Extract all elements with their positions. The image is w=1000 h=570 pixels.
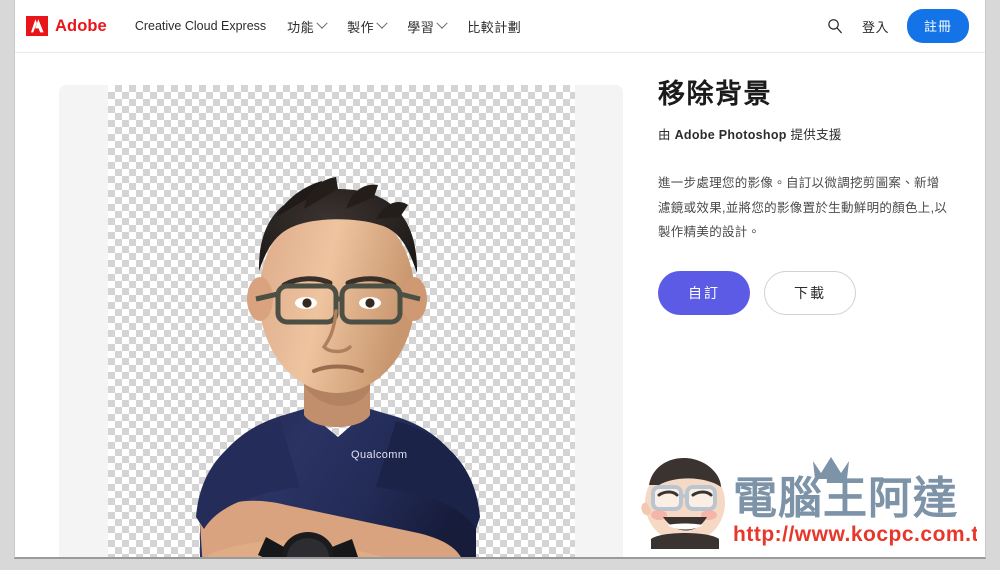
browser-window: Adobe Creative Cloud Express 功能 製作 學習 比較… [14, 0, 986, 559]
product-description: 進一步處理您的影像。自訂以微調挖剪圖案、新增濾鏡或效果,並將您的影像置於生動鮮明… [658, 176, 948, 240]
product-info-column: 移除背景 由 Adobe Photoshop 提供支援 進一步處理您的影像。自訂… [658, 78, 958, 315]
signin-link[interactable]: 登入 [862, 17, 889, 36]
crown-icon [813, 457, 849, 479]
adobe-wordmark: Adobe [55, 16, 107, 35]
chevron-down-icon [316, 17, 328, 29]
signup-button[interactable]: 註冊 [906, 9, 969, 43]
powered-by-subtitle: 由 Adobe Photoshop 提供支援 [658, 124, 958, 143]
nav-item-learn[interactable]: 學習 [407, 17, 448, 36]
nav-label: Creative Cloud Express [134, 19, 267, 33]
watermark-url: http://www.kocpc.com.tw [733, 523, 977, 546]
download-button[interactable]: 下載 [764, 270, 856, 315]
nav-item-create[interactable]: 製作 [347, 17, 388, 36]
subtitle-prefix: 由 [658, 128, 675, 143]
site-header: Adobe Creative Cloud Express 功能 製作 學習 比較… [15, 0, 985, 53]
nav-label: 功能 [287, 19, 315, 35]
nav-label: 製作 [347, 19, 375, 35]
subtitle-suffix: 提供支援 [786, 128, 842, 143]
smiling-face-mascot-icon [641, 458, 725, 549]
image-preview-panel[interactable]: Qualcomm [59, 85, 623, 557]
nav-item-creative-cloud-express[interactable]: Creative Cloud Express [135, 19, 266, 33]
search-icon[interactable] [826, 17, 844, 35]
nav-label: 學習 [407, 19, 435, 35]
customize-button[interactable]: 自訂 [658, 270, 750, 315]
page-body: Qualcomm 移除背景 由 Adobe Photoshop 提供支援 進一步… [15, 53, 985, 557]
watermark-site-name: 電腦王阿達 [733, 474, 958, 523]
site-watermark: 電腦王阿達 http://www.kocpc.com.tw [641, 457, 977, 549]
chevron-down-icon [436, 17, 448, 29]
main-navigation: Creative Cloud Express 功能 製作 學習 比較計劃 [135, 17, 521, 36]
header-actions: 登入 註冊 [826, 9, 969, 43]
cta-button-row: 自訂 下載 [658, 270, 958, 315]
page-title: 移除背景 [658, 79, 772, 109]
chevron-down-icon [376, 17, 388, 29]
cutout-subject-image: Qualcomm [196, 177, 480, 557]
nav-item-compare-plans[interactable]: 比較計劃 [467, 17, 521, 36]
nav-label: 比較計劃 [467, 19, 522, 35]
adobe-logo-icon [26, 16, 48, 36]
adobe-brand-logo[interactable]: Adobe [26, 16, 107, 36]
nav-item-features[interactable]: 功能 [287, 17, 328, 36]
shirt-logo-text: Qualcomm [351, 449, 407, 461]
subtitle-brand: Adobe Photoshop [674, 128, 787, 143]
